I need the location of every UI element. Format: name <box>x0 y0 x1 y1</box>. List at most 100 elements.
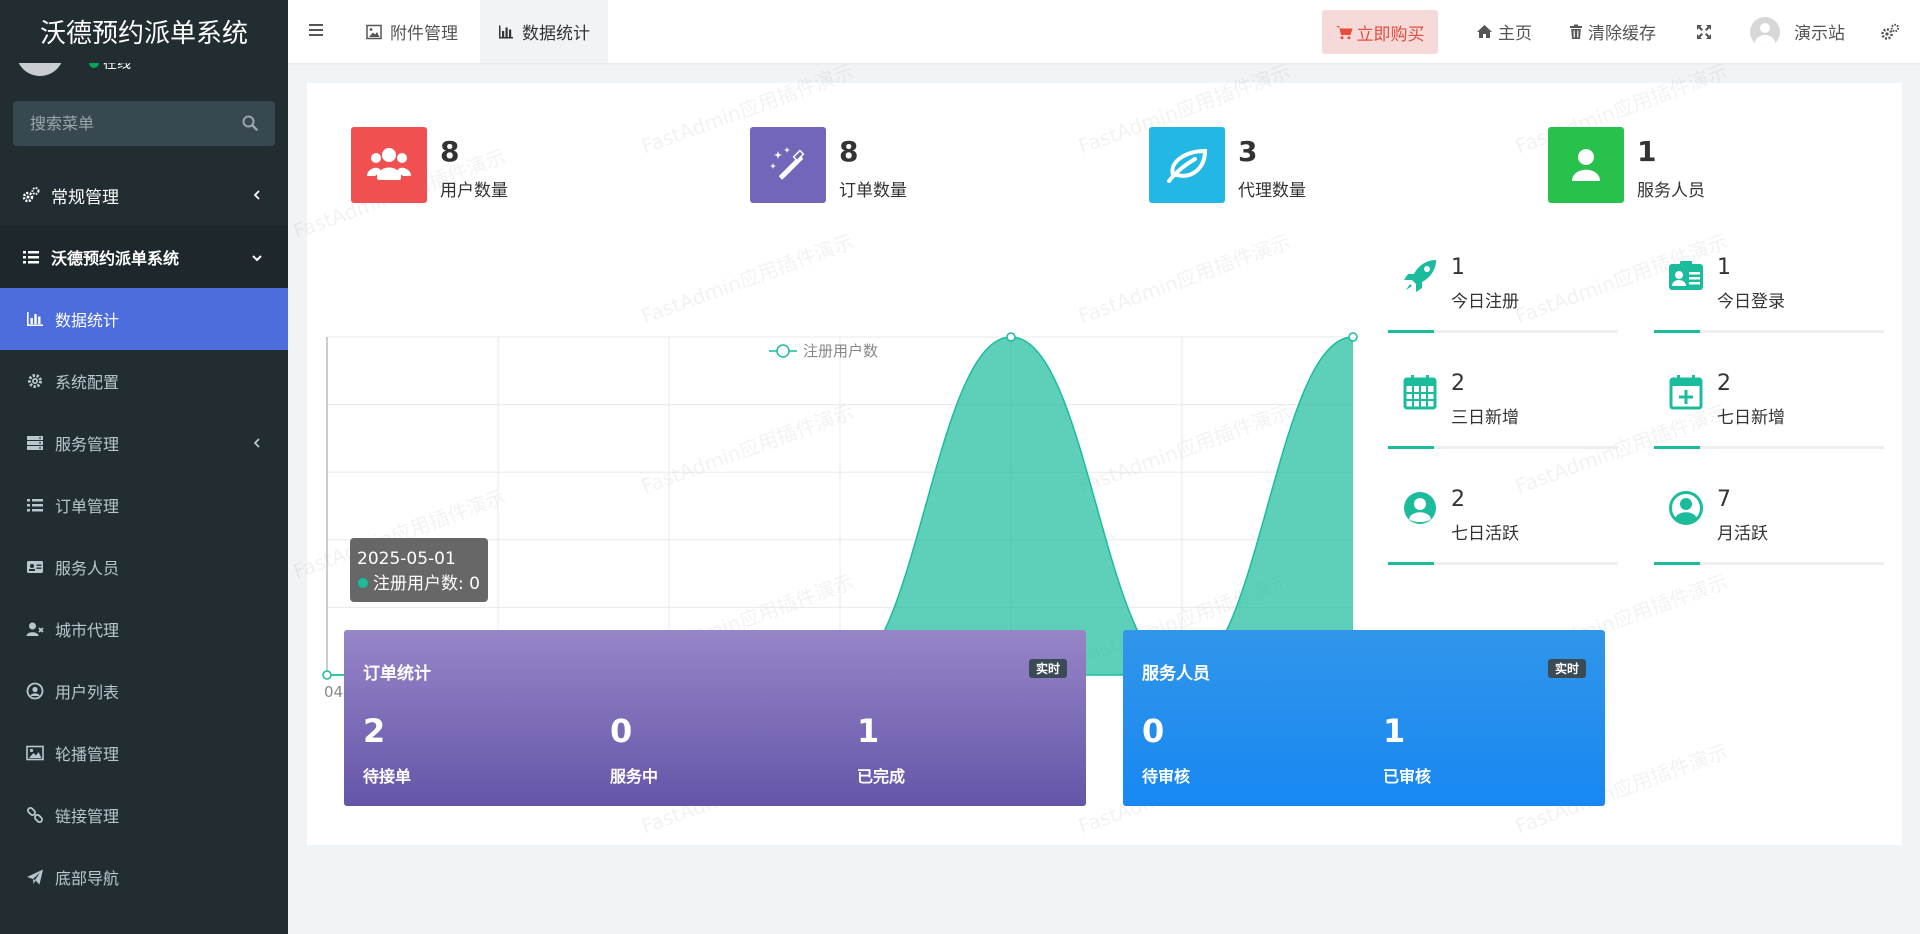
mini-stat-value: 7 <box>1717 487 1731 512</box>
stat-value: 8 <box>440 135 460 168</box>
list-icon <box>22 248 40 266</box>
mini-stat-seven-day-active: 2 七日活跃 <box>1388 482 1618 577</box>
tab-attachments[interactable]: 附件管理 <box>348 0 476 63</box>
sidebar-item-users[interactable]: 用户列表 <box>0 660 288 722</box>
mini-stat-progress <box>1388 330 1618 333</box>
menu-search-input[interactable] <box>13 101 233 146</box>
mini-stat-progress <box>1654 446 1884 449</box>
stat-label: 服务人员 <box>1637 181 1705 201</box>
sidebar-item-statistics[interactable]: 数据统计 <box>0 288 288 350</box>
tab-label: 附件管理 <box>390 24 458 44</box>
sidebar-item-label: 城市代理 <box>55 621 120 640</box>
data-point <box>322 670 332 680</box>
order-stats-card: 订单统计 实时 2 待接单 0 服务中 1 已完成 <box>344 630 1086 806</box>
pending-orders-value: 2 <box>363 712 386 750</box>
chevron-left-icon <box>253 438 260 448</box>
sidebar-item-woode[interactable]: 沃德预约派单系统 <box>0 226 288 288</box>
mini-stat-progress <box>1388 562 1618 565</box>
mini-stat-today-register: 1 今日注册 <box>1388 250 1618 345</box>
tooltip-value: 注册用户数: 0 <box>373 574 480 594</box>
mini-stat-three-day-new: 2 三日新增 <box>1388 366 1618 461</box>
user-name: 演示站 <box>1794 24 1845 44</box>
chevron-down-icon <box>252 255 262 262</box>
mini-stat-label: 今日登录 <box>1717 292 1785 312</box>
mini-stat-value: 1 <box>1717 255 1731 280</box>
mini-stat-value: 2 <box>1451 487 1465 512</box>
tooltip-title: 2025-05-01 <box>357 549 456 569</box>
calendar-icon <box>1403 375 1437 410</box>
tab-statistics[interactable]: 数据统计 <box>480 0 608 63</box>
sidebar-item-carousel[interactable]: 轮播管理 <box>0 722 288 784</box>
sidebar-item-bottom-nav[interactable]: 底部导航 <box>0 846 288 908</box>
buy-now-button[interactable]: 立即购买 <box>1322 10 1438 54</box>
clear-cache-button[interactable]: 清除缓存 <box>1569 0 1656 63</box>
cogs-icon <box>1881 23 1900 40</box>
pending-review-label: 待审核 <box>1142 767 1191 786</box>
mini-stat-progress <box>1654 330 1884 333</box>
users-icon <box>351 127 427 203</box>
sidebar-item-label: 订单管理 <box>55 497 120 516</box>
hamburger-menu-icon[interactable] <box>308 22 324 38</box>
sidebar-item-label: 服务管理 <box>55 435 120 454</box>
sidebar-item-label: 底部导航 <box>55 869 120 888</box>
realtime-badge: 实时 <box>1028 659 1067 678</box>
user-icon <box>1548 127 1624 203</box>
mini-stat-today-login: 1 今日登录 <box>1654 250 1884 345</box>
stat-label: 用户数量 <box>440 181 508 201</box>
data-point <box>1006 332 1016 342</box>
sidebar-item-links[interactable]: 链接管理 <box>0 784 288 846</box>
in-service-label: 服务中 <box>610 767 659 786</box>
mini-stat-label: 今日注册 <box>1451 292 1519 312</box>
card-title: 服务人员 <box>1142 664 1210 684</box>
home-link[interactable]: 主页 <box>1476 0 1532 63</box>
shopping-cart-icon <box>1335 25 1352 39</box>
settings-button[interactable] <box>1880 0 1905 63</box>
user-circle-o-icon <box>1669 491 1703 525</box>
image-icon <box>366 24 382 39</box>
avatar <box>1750 16 1780 47</box>
mini-stat-progress <box>1388 446 1618 449</box>
leaf-icon <box>1149 127 1225 203</box>
server-icon <box>26 434 44 452</box>
id-card-icon <box>26 558 44 576</box>
sidebar-item-service[interactable]: 服务管理 <box>0 412 288 474</box>
completed-label: 已完成 <box>857 767 906 786</box>
staff-stats-card: 服务人员 实时 0 待审核 1 已审核 <box>1123 630 1605 806</box>
topbar: 附件管理 数据统计 立即购买 主页 清除缓存 演示站 <box>288 0 1920 63</box>
mini-stat-value: 2 <box>1717 371 1731 396</box>
sidebar-item-staff[interactable]: 服务人员 <box>0 536 288 598</box>
user-circle-icon <box>1404 492 1436 524</box>
gear-icon <box>26 372 44 390</box>
home-label: 主页 <box>1498 24 1532 44</box>
sidebar: 在线 沃德预约派单系统 常规管理 沃德预约派单系统 数据统计 系统配置 服务管理 <box>0 0 288 934</box>
bar-chart-icon <box>499 25 513 38</box>
realtime-badge: 实时 <box>1547 659 1586 678</box>
bar-chart-icon <box>26 310 44 328</box>
mini-stat-label: 七日活跃 <box>1451 524 1519 544</box>
tab-label: 数据统计 <box>522 24 590 44</box>
app-logo[interactable]: 沃德预约派单系统 <box>0 0 288 63</box>
sidebar-item-general[interactable]: 常规管理 <box>0 164 288 226</box>
fullscreen-button[interactable] <box>1696 0 1717 63</box>
pending-orders-label: 待接单 <box>363 767 412 786</box>
rocket-icon <box>1404 260 1436 292</box>
calendar-plus-icon <box>1669 375 1703 410</box>
sidebar-item-city-agent[interactable]: 城市代理 <box>0 598 288 660</box>
stat-label: 订单数量 <box>839 181 907 201</box>
cogs-icon <box>22 186 40 204</box>
dashboard-panel: FastAdmin应用插件演示 FastAdmin应用插件演示 FastAdmi… <box>290 59 1902 845</box>
sidebar-item-orders[interactable]: 订单管理 <box>0 474 288 536</box>
user-menu[interactable]: 演示站 <box>1750 0 1845 63</box>
stat-label: 代理数量 <box>1238 181 1306 201</box>
sidebar-item-system-config[interactable]: 系统配置 <box>0 350 288 412</box>
sidebar-item-label: 系统配置 <box>55 373 120 392</box>
trash-icon <box>1570 24 1582 39</box>
sidebar-item-label: 常规管理 <box>51 187 119 208</box>
search-icon[interactable] <box>241 114 259 132</box>
completed-value: 1 <box>857 712 880 750</box>
pending-review-value: 0 <box>1142 712 1165 750</box>
legend-marker <box>776 344 790 358</box>
in-service-value: 0 <box>610 712 633 750</box>
sidebar-menu: 常规管理 沃德预约派单系统 数据统计 系统配置 服务管理 订单管理 服务人员 城… <box>0 164 288 908</box>
mini-stat-progress <box>1654 562 1884 565</box>
